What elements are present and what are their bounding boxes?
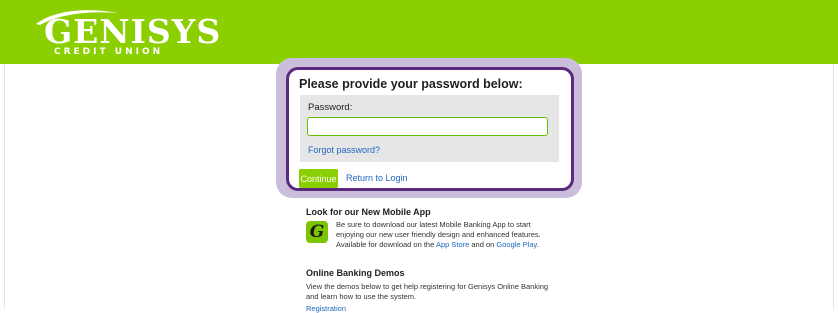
genisys-logo[interactable]: GENISYS CREDIT UNION (32, 8, 220, 58)
mobile-app-text: Be sure to download our latest Mobile Ba… (336, 220, 551, 250)
demos-text: View the demos below to get help registe… (306, 282, 549, 301)
mobile-app-icon: G (306, 221, 328, 243)
demos-heading: Online Banking Demos (306, 268, 405, 278)
card-title: Please provide your password below: (299, 77, 523, 91)
password-label: Password: (308, 102, 353, 113)
password-input[interactable] (307, 117, 548, 136)
mobile-app-text-mid: and on (469, 240, 497, 249)
password-panel: Password: Forgot password? (300, 95, 559, 162)
logo-tagline: CREDIT UNION (54, 47, 164, 57)
app-store-link[interactable]: App Store (436, 240, 469, 249)
site-header: GENISYS CREDIT UNION (0, 0, 838, 64)
continue-button[interactable]: Continue (299, 169, 338, 188)
password-card: Please provide your password below: Pass… (286, 67, 574, 191)
forgot-password-link[interactable]: Forgot password? (308, 145, 380, 155)
logo-wordmark: GENISYS (44, 12, 222, 51)
return-to-login-link[interactable]: Return to Login (346, 173, 408, 183)
right-border (833, 64, 834, 309)
mobile-app-heading: Look for our New Mobile App (306, 207, 431, 217)
left-border (4, 64, 5, 309)
google-play-link[interactable]: Google Play (496, 240, 536, 249)
mobile-app-text-end: . (536, 240, 539, 249)
